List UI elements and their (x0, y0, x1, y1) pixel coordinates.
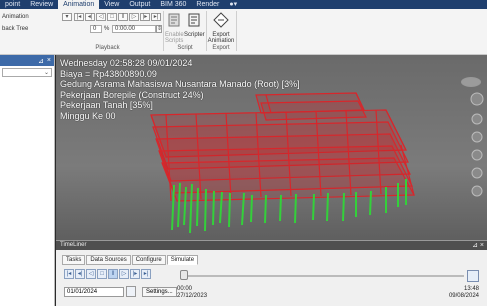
timeliner-tabs: Tasks Data Sources Configure Simulate (62, 255, 199, 265)
start-time-label: 00:00 (177, 286, 193, 292)
panel-header: ⊿ × (0, 55, 54, 66)
play-reverse-icon[interactable]: ◁ (96, 13, 106, 21)
overlay-line-date: Wednesday 02:58:28 09/01/2024 (60, 58, 193, 68)
step-back-icon[interactable]: ◂| (75, 269, 85, 279)
tab-output[interactable]: Output (124, 0, 155, 9)
enable-scripts-label: Enable Scripts (165, 32, 184, 44)
orbit-icon[interactable] (471, 149, 483, 161)
ribbon-panel: Animation ▾ back Tree |◂ ◂| ◁ □ ‖ ▷ |▸ ▸… (0, 9, 487, 55)
3d-viewport[interactable]: Wednesday 02:58:28 09/01/2024 Biaya = Rp… (56, 55, 487, 240)
simulation-slider-track[interactable] (184, 275, 464, 277)
pan-icon[interactable] (471, 113, 483, 125)
pin-icon[interactable]: ⊿ (38, 57, 44, 65)
step-forward-icon[interactable]: |▸ (140, 13, 150, 21)
stop-icon[interactable]: □ (97, 269, 107, 279)
selection-tree-panel: ⊿ × ⌄ (0, 55, 55, 306)
export-animation-label: Export Animation (207, 32, 235, 44)
time-field[interactable]: 0:00.00 (112, 25, 156, 33)
calendar-icon[interactable] (126, 286, 136, 297)
end-date-label: 09/08/2024 (448, 293, 479, 299)
export-animation-icon (213, 12, 229, 28)
simulation-overlay-text: Wednesday 02:58:28 09/01/2024 Biaya = Rp… (60, 58, 300, 121)
start-date-label: 27/12/2023 (177, 293, 208, 299)
ribbon-tab-bar: point Review Animation View Output BIM 3… (0, 0, 487, 9)
tab-data-sources[interactable]: Data Sources (86, 255, 131, 265)
play-reverse-icon[interactable]: ◁ (86, 269, 96, 279)
simulation-playback-controls: |◂ ◂| ◁ □ ‖ ▷ |▸ ▸| (64, 269, 151, 279)
close-icon[interactable]: × (47, 57, 51, 64)
overlay-line-cost: Biaya = Rp43800890.09 (60, 68, 157, 79)
zoom-icon[interactable] (471, 131, 483, 143)
scripter-button[interactable]: Scripter (184, 12, 205, 38)
tab-extra-menu[interactable]: ●▾ (224, 0, 242, 9)
start-time: 00:00 27/12/2023 (177, 286, 207, 300)
export-animation-button[interactable]: Export Animation (207, 12, 235, 44)
viewcube-icon[interactable] (461, 77, 481, 87)
play-icon[interactable]: ▷ (129, 13, 139, 21)
script-group-label: Script (177, 45, 193, 51)
ribbon-separator (163, 11, 164, 51)
tab-tasks[interactable]: Tasks (62, 255, 86, 265)
playback-group-label: Playback (95, 45, 120, 51)
rewind-icon[interactable]: |◂ (74, 13, 84, 21)
playback-tree-label[interactable]: back Tree (2, 26, 28, 32)
timeliner-title: TimeLiner (60, 242, 87, 248)
settings-button[interactable]: Settings... (142, 287, 177, 297)
export-simulation-icon[interactable] (467, 270, 479, 282)
navisworks-window: point Review Animation View Output BIM 3… (0, 0, 487, 306)
navigation-bar (470, 92, 484, 197)
scripter-icon (188, 13, 200, 27)
scripter-label: Scripter (184, 32, 205, 38)
pause-icon[interactable]: ‖ (108, 269, 118, 279)
overlay-line-tanah: Pekerjaan Tanah [35%] (60, 100, 153, 110)
timeliner-panel: TimeLiner ⊿ × Tasks Data Sources Configu… (56, 240, 487, 306)
animation-dropdown-caret[interactable]: ▾ (62, 13, 72, 21)
export-group-label: Export (212, 45, 230, 51)
time-spinner-icon[interactable]: ⇕ (156, 25, 162, 33)
overlay-line-week: Minggu Ke 00 (60, 110, 116, 121)
stop-icon[interactable]: □ (107, 13, 117, 21)
walk-icon[interactable] (471, 185, 483, 197)
simulation-date-field[interactable]: 01/01/2024 (64, 287, 124, 297)
tab-configure[interactable]: Configure (131, 255, 166, 265)
enable-scripts-button[interactable]: Enable Scripts (165, 12, 184, 44)
percent-label: % (104, 26, 110, 32)
tab-render[interactable]: Render (191, 0, 224, 9)
steering-wheel-icon[interactable] (470, 92, 484, 106)
fast-forward-icon[interactable]: ▸| (151, 13, 161, 21)
timeliner-header: TimeLiner ⊿ × (56, 241, 487, 250)
overlay-line-borepile: Pekerjaan Borepile (Construct 24%) (60, 89, 204, 100)
end-time-label: 13:48 (463, 286, 479, 292)
end-time: 13:48 09/08/2024 (449, 286, 479, 300)
frame-field[interactable]: 0 (90, 25, 102, 33)
tab-point[interactable]: point (0, 0, 25, 9)
chevron-down-icon: ⌄ (43, 70, 49, 76)
fast-forward-icon[interactable]: ▸| (141, 269, 151, 279)
step-forward-icon[interactable]: |▸ (130, 269, 140, 279)
simulation-slider-thumb[interactable] (180, 270, 188, 280)
step-back-icon[interactable]: ◂| (85, 13, 95, 21)
script-scroll-icon (168, 13, 180, 27)
tab-review[interactable]: Review (25, 0, 58, 9)
close-icon[interactable]: ⊿ × (472, 241, 484, 250)
tab-animation[interactable]: Animation (58, 0, 100, 9)
rewind-icon[interactable]: |◂ (64, 269, 74, 279)
tree-view-dropdown[interactable]: ⌄ (2, 68, 52, 77)
animation-selector-label[interactable]: Animation (2, 14, 29, 20)
tab-view[interactable]: View (99, 0, 124, 9)
overlay-line-root-task: Gedung Asrama Mahasiswa Nusantara Manado… (60, 79, 300, 89)
tab-simulate[interactable]: Simulate (166, 255, 199, 265)
tab-bim360[interactable]: BIM 360 (155, 0, 191, 9)
play-icon[interactable]: ▷ (119, 269, 129, 279)
pause-icon[interactable]: ‖ (118, 13, 128, 21)
ribbon-separator (236, 11, 237, 51)
look-icon[interactable] (471, 167, 483, 179)
